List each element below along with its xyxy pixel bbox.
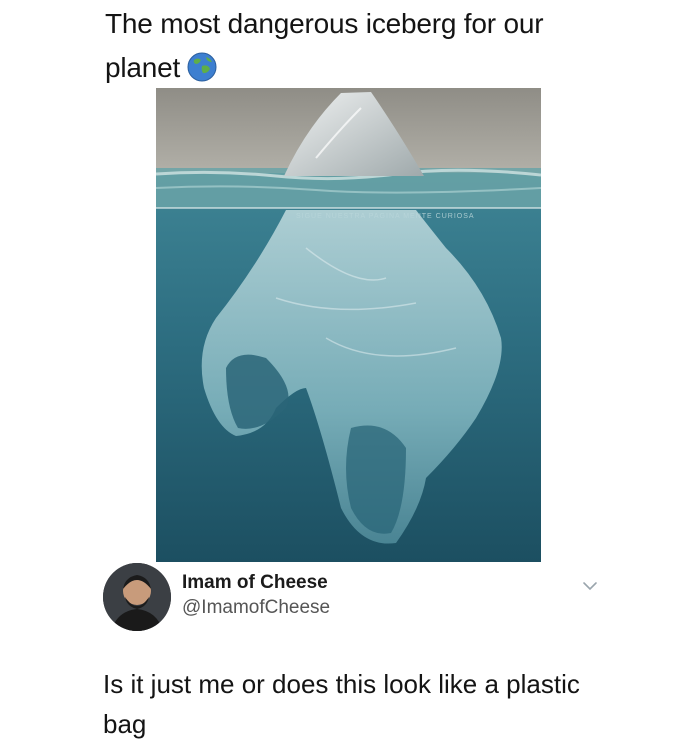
tweet-text: Is it just me or does this look like a p… xyxy=(103,669,580,739)
iceberg-plastic-bag-image: SIGUE NUESTRA PAGINA MENTE CURIOSA xyxy=(156,88,541,562)
globe-icon xyxy=(186,51,218,83)
avatar[interactable] xyxy=(103,563,171,631)
user-display-name[interactable]: Imam of Cheese xyxy=(182,572,328,594)
caption-text: The most dangerous iceberg for our plane… xyxy=(105,8,544,83)
user-handle[interactable]: @ImamofCheese xyxy=(182,597,330,619)
post-caption: The most dangerous iceberg for our plane… xyxy=(105,2,625,90)
chevron-down-icon[interactable] xyxy=(580,578,600,594)
